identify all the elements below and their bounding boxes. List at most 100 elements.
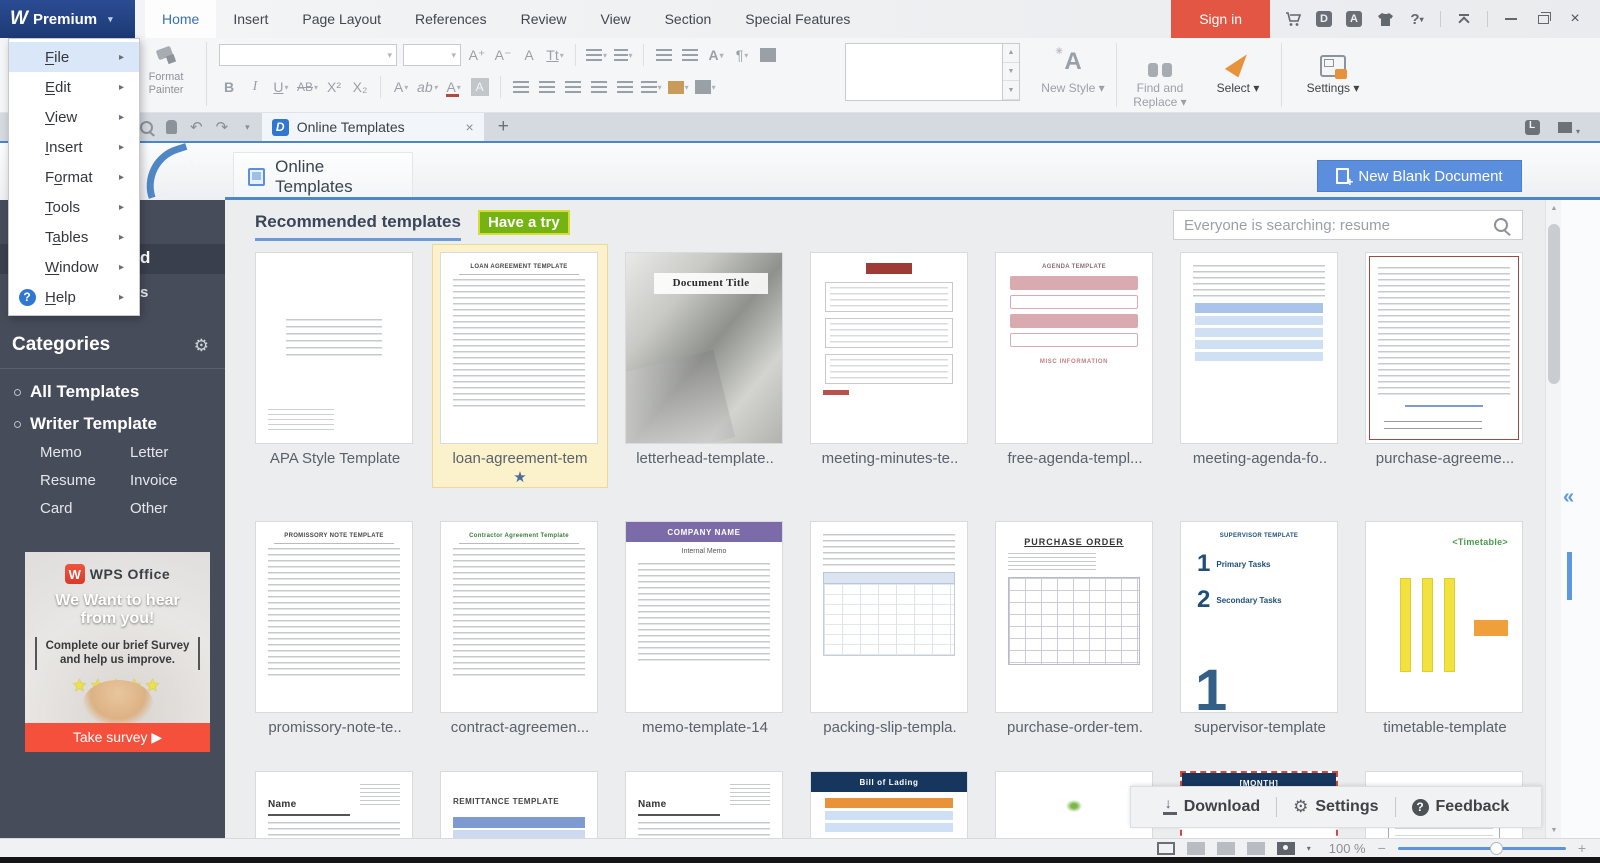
- scroll-down-icon[interactable]: ▼: [1003, 63, 1019, 82]
- scroll-up-icon[interactable]: ▲: [1003, 44, 1019, 63]
- styles-gallery-scroll[interactable]: ▲ ▼ ▼: [1003, 43, 1020, 101]
- download-button[interactable]: Download: [1162, 795, 1260, 816]
- history-icon[interactable]: [1525, 119, 1540, 135]
- online-templates-section-tab[interactable]: Online Templates: [233, 152, 413, 200]
- menu-item-help[interactable]: ? Help ▸: [9, 282, 139, 312]
- zoom-out-button[interactable]: −: [1378, 840, 1386, 856]
- switch-window-icon[interactable]: [1558, 121, 1580, 136]
- text-effects-button[interactable]: A ▾: [391, 76, 411, 98]
- template-card[interactable]: Name: [247, 763, 423, 838]
- web-layout-icon[interactable]: [1246, 841, 1265, 855]
- tab-insert[interactable]: Insert: [216, 0, 285, 38]
- select-button[interactable]: Select ▾: [1199, 43, 1277, 95]
- link-letter[interactable]: Letter: [130, 444, 220, 461]
- clear-format-button[interactable]: A: [519, 44, 539, 66]
- link-memo[interactable]: Memo: [40, 444, 130, 461]
- menu-item-edit[interactable]: Edit ▸: [9, 72, 139, 102]
- increase-indent-button[interactable]: [680, 44, 700, 66]
- menu-item-format[interactable]: Format ▸: [9, 162, 139, 192]
- superscript-button[interactable]: X²: [324, 76, 344, 98]
- shading-bucket-button[interactable]: ▾: [667, 76, 689, 98]
- quick-access-dropdown-icon[interactable]: ▾: [245, 122, 250, 133]
- template-card[interactable]: Contractor Agreement Template contract-ag…: [432, 513, 608, 738]
- subscript-button[interactable]: X₂: [350, 76, 370, 98]
- justify-button[interactable]: [589, 76, 609, 98]
- align-right-button[interactable]: [563, 76, 583, 98]
- collapse-ribbon-icon[interactable]: [1455, 10, 1473, 28]
- help-menu-icon[interactable]: ? ▾: [1408, 10, 1426, 28]
- template-card[interactable]: APA Style Template: [247, 244, 423, 469]
- template-card[interactable]: Name: [617, 763, 793, 838]
- survey-ad[interactable]: W WPS Office We Want to hear from you! C…: [25, 552, 210, 752]
- view-dropdown-icon[interactable]: ▾: [1307, 844, 1311, 853]
- sign-in-button[interactable]: Sign in: [1171, 0, 1270, 38]
- close-tab-icon[interactable]: ×: [466, 119, 474, 135]
- link-other[interactable]: Other: [130, 500, 220, 517]
- template-card[interactable]: Document Title letterhead-template..: [617, 244, 793, 469]
- template-card[interactable]: purchase-agreeme...: [1357, 244, 1533, 469]
- zoom-slider[interactable]: [1397, 841, 1566, 855]
- restore-icon[interactable]: [1534, 10, 1552, 28]
- touch-mode-icon[interactable]: [166, 120, 177, 134]
- menu-item-insert[interactable]: Insert ▸: [9, 132, 139, 162]
- eye-protection-icon[interactable]: [1276, 841, 1295, 855]
- template-card[interactable]: packing-slip-templa.: [802, 513, 978, 738]
- app-menu-button[interactable]: W Premium ▾: [0, 0, 135, 38]
- template-card[interactable]: REMITTANCE TEMPLATE: [432, 763, 608, 838]
- table-grid-icon[interactable]: [758, 44, 778, 66]
- minimize-icon[interactable]: [1502, 10, 1520, 28]
- search-icon[interactable]: [1494, 218, 1508, 232]
- gear-icon[interactable]: ⚙: [194, 336, 209, 356]
- tab-page-layout[interactable]: Page Layout: [285, 0, 398, 38]
- template-card[interactable]: Bill of Lading: [802, 763, 978, 838]
- link-invoice[interactable]: Invoice: [130, 472, 220, 489]
- template-card[interactable]: PURCHASE ORDER purchase-order-tem.: [987, 513, 1163, 738]
- dictionary-icon[interactable]: A: [1346, 11, 1362, 27]
- tab-special-features[interactable]: Special Features: [728, 0, 867, 38]
- underline-button[interactable]: U ▾: [271, 76, 291, 98]
- scroll-down-icon[interactable]: ▼: [1546, 822, 1562, 838]
- grow-font-button[interactable]: A⁺: [467, 44, 487, 66]
- zoom-in-button[interactable]: +: [1578, 840, 1586, 856]
- vertical-scrollbar[interactable]: ▲ ▼: [1545, 200, 1561, 838]
- zoom-slider-thumb[interactable]: [1490, 841, 1504, 855]
- template-card[interactable]: <Timetable> timetable-template: [1357, 513, 1533, 738]
- line-spacing-button[interactable]: ▾: [640, 76, 662, 98]
- new-tab-button[interactable]: +: [484, 113, 523, 141]
- format-painter-button[interactable]: Format Painter: [138, 42, 194, 106]
- shopping-cart-icon[interactable]: [1284, 10, 1302, 28]
- align-left-button[interactable]: [511, 76, 531, 98]
- menu-item-tables[interactable]: Tables ▸: [9, 222, 139, 252]
- link-card[interactable]: Card: [40, 500, 130, 517]
- tab-section[interactable]: Section: [648, 0, 729, 38]
- undo-icon[interactable]: ↶: [190, 118, 203, 136]
- sidebar-item-fragment[interactable]: d: [140, 248, 150, 268]
- sidebar-item-all-templates[interactable]: All Templates: [14, 382, 139, 402]
- paragraph-mark-button[interactable]: ¶ ▾: [732, 44, 752, 66]
- bullet-list-button[interactable]: ▾: [586, 44, 607, 66]
- decrease-indent-button[interactable]: [654, 44, 674, 66]
- change-case-button[interactable]: Tt ▾: [545, 44, 565, 66]
- have-a-try-badge[interactable]: Have a try: [478, 210, 570, 235]
- link-resume[interactable]: Resume: [40, 472, 130, 489]
- tab-references[interactable]: References: [398, 0, 504, 38]
- italic-button[interactable]: I: [245, 76, 265, 98]
- docer-templates-icon[interactable]: D: [1316, 11, 1332, 27]
- template-card[interactable]: meeting-agenda-fo..: [1172, 244, 1348, 469]
- settings-action-button[interactable]: ⚙ Settings: [1293, 797, 1378, 817]
- styles-gallery[interactable]: [845, 43, 1003, 101]
- menu-item-tools[interactable]: Tools ▸: [9, 192, 139, 222]
- redo-icon[interactable]: ↷: [216, 118, 229, 136]
- scrollbar-thumb[interactable]: [1548, 224, 1560, 384]
- panel-collapse-icon[interactable]: «: [1563, 486, 1574, 509]
- doc-tab-online-templates[interactable]: D Online Templates ×: [261, 113, 484, 141]
- strikethrough-button[interactable]: AB ▾: [297, 76, 318, 98]
- outline-view-icon[interactable]: [1216, 841, 1235, 855]
- panel-handle[interactable]: [1567, 552, 1572, 600]
- sidebar-item-writer-template[interactable]: Writer Template: [14, 414, 157, 434]
- template-card[interactable]: meeting-minutes-te..: [802, 244, 978, 469]
- settings-button[interactable]: Settings ▾: [1294, 43, 1372, 95]
- fit-page-icon[interactable]: [1156, 841, 1175, 855]
- menu-item-window[interactable]: Window ▸: [9, 252, 139, 282]
- new-blank-document-button[interactable]: New Blank Document: [1317, 160, 1522, 192]
